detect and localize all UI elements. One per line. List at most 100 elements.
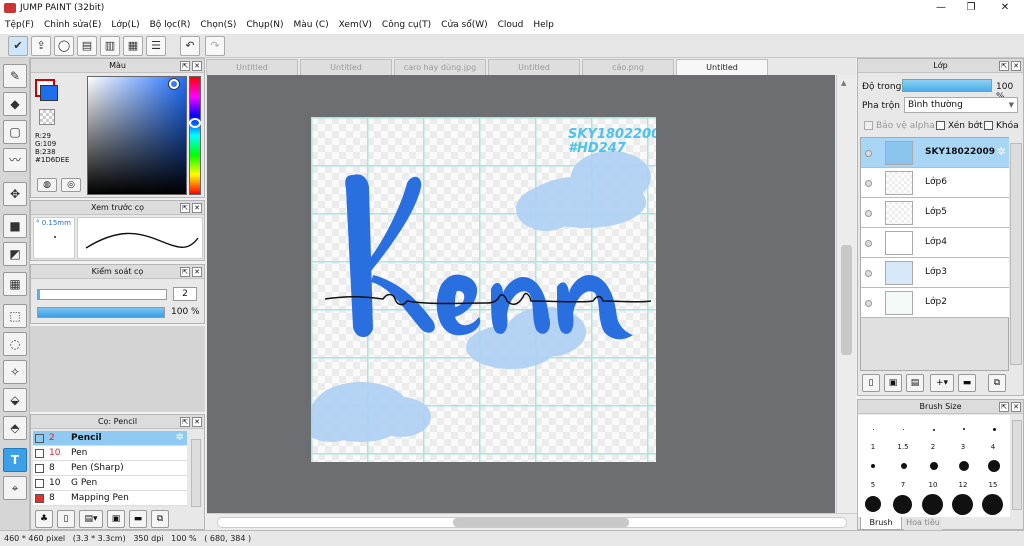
brush-size-scrollbar[interactable] <box>1012 420 1022 510</box>
sv-picker-cursor[interactable] <box>169 79 179 89</box>
hue-slider-handle[interactable] <box>189 118 201 128</box>
vertical-scrollbar[interactable]: ▲ <box>836 75 856 513</box>
menu-cloud[interactable]: Cloud <box>493 20 529 30</box>
layer-row[interactable]: Lớp3 <box>861 258 1009 288</box>
upload-icon[interactable]: ⇪ <box>31 36 51 56</box>
brush-dot-1-5[interactable] <box>903 429 904 430</box>
page-icon[interactable]: ▦ <box>123 36 143 56</box>
operation-tool-icon[interactable]: ⌖ <box>3 476 27 500</box>
menu-layer[interactable]: Lớp(L) <box>106 20 144 30</box>
brush-list-item[interactable]: 10 G Pen <box>33 476 187 491</box>
tab-untitled-1[interactable]: Untitled <box>206 59 298 75</box>
blend-mode-select[interactable]: Bình thường ▼ <box>904 97 1018 113</box>
folder-icon[interactable]: ▬ <box>129 510 147 528</box>
protect-alpha-option[interactable]: Bảo vệ alpha <box>864 121 935 131</box>
visibility-icon[interactable] <box>865 270 872 277</box>
color-picker-icon[interactable]: ◍ <box>37 178 57 192</box>
panel-close-icon[interactable]: ✕ <box>1011 402 1021 412</box>
brush-dot-3[interactable] <box>963 428 965 430</box>
move-tool-icon[interactable]: ✥ <box>3 182 27 206</box>
pen-tool-icon[interactable]: ✎ <box>3 64 27 88</box>
brush-dot-1[interactable] <box>873 429 874 430</box>
brush-list-item[interactable]: 2 Pencil ✲ <box>33 431 187 446</box>
panel-float-icon[interactable]: ⇱ <box>180 267 190 277</box>
brush-list-item[interactable]: 8 Pen (Sharp) <box>33 461 187 476</box>
menu-tools[interactable]: Công cụ(T) <box>377 20 436 30</box>
tab-cao[interactable]: cáo.png <box>582 59 674 75</box>
color-history-icon[interactable]: ◎ <box>61 178 81 192</box>
brush-dot-4[interactable] <box>993 428 996 431</box>
layer-row[interactable]: Lớp2 <box>861 288 1009 318</box>
eraser-tool-icon[interactable]: ◆ <box>3 92 27 116</box>
panel-float-icon[interactable]: ⇱ <box>999 402 1009 412</box>
layer-row[interactable]: Lớp5 <box>861 198 1009 228</box>
visibility-icon[interactable] <box>865 300 872 307</box>
list-icon[interactable]: ☰ <box>146 36 166 56</box>
redo-icon[interactable]: ↷ <box>205 36 225 56</box>
lasso-tool-icon[interactable]: ◌ <box>3 332 27 356</box>
foreground-color-swatch[interactable] <box>40 85 58 101</box>
horizontal-scrollbar[interactable] <box>207 513 857 530</box>
panel-close-icon[interactable]: ✕ <box>192 267 202 277</box>
tab-navigator[interactable]: Hoa tiêu <box>904 517 942 530</box>
layer-duplicate-icon[interactable]: ⧉ <box>988 374 1006 392</box>
horizontal-scroll-thumb[interactable] <box>453 518 629 527</box>
layer-copy-icon[interactable]: ▣ <box>884 374 902 392</box>
brush-dot-large[interactable] <box>893 495 912 514</box>
brush-dot-large[interactable] <box>982 494 1003 515</box>
tab-untitled-2[interactable]: Untitled <box>300 59 392 75</box>
fill-rect-tool-icon[interactable]: ■ <box>3 214 27 238</box>
maximize-button[interactable]: ❐ <box>956 0 986 16</box>
panel-float-icon[interactable]: ⇱ <box>180 61 190 71</box>
lock-option[interactable]: Khóa <box>984 121 1019 131</box>
layer-merge-icon[interactable]: ▤ <box>906 374 924 392</box>
layer-row[interactable]: Lớp6 <box>861 168 1009 198</box>
minimize-button[interactable]: — <box>926 0 956 16</box>
brush-list-item[interactable]: 10 Pen <box>33 446 187 461</box>
panel-close-icon[interactable]: ✕ <box>192 417 202 427</box>
visibility-icon[interactable] <box>865 150 872 157</box>
brush-menu-icon[interactable]: ▤▾ <box>79 510 103 528</box>
message-icon[interactable]: ▤ <box>77 36 97 56</box>
new-brush-icon[interactable]: ▯ <box>57 510 75 528</box>
menu-edit[interactable]: Chỉnh sửa(E) <box>39 20 106 30</box>
brush-dot-large[interactable] <box>952 494 973 515</box>
duplicate-icon[interactable]: ⧉ <box>151 510 169 528</box>
clipping-option[interactable]: Xén bớt <box>936 121 983 131</box>
vertical-scroll-thumb[interactable] <box>841 245 852 355</box>
panel-close-icon[interactable]: ✕ <box>1011 61 1021 71</box>
transparent-swatch[interactable] <box>39 109 55 125</box>
visibility-icon[interactable] <box>865 240 872 247</box>
panel-close-icon[interactable]: ✕ <box>192 61 202 71</box>
panel-float-icon[interactable]: ⇱ <box>180 417 190 427</box>
scroll-up-icon[interactable]: ▲ <box>841 79 851 87</box>
menu-capture[interactable]: Chụp(N) <box>241 20 288 30</box>
menu-help[interactable]: Help <box>528 20 559 30</box>
select-eraser-tool-icon[interactable]: ⬘ <box>3 416 27 440</box>
brush-dot-15[interactable] <box>988 460 1000 472</box>
gear-icon[interactable]: ✲ <box>997 145 1006 158</box>
brush-list-scrollbar[interactable] <box>191 439 201 507</box>
comment-icon[interactable]: ◯ <box>54 36 74 56</box>
layer-folder-icon[interactable]: ▬ <box>958 374 976 392</box>
panel-float-icon[interactable]: ⇱ <box>999 61 1009 71</box>
select-pen-tool-icon[interactable]: ⬙ <box>3 388 27 412</box>
layer-row[interactable]: Lớp4 <box>861 228 1009 258</box>
layer-row[interactable]: SKY18022009 ✲ <box>861 138 1009 168</box>
brush-copy-icon[interactable]: ▣ <box>107 510 125 528</box>
undo-icon[interactable]: ↶ <box>180 36 200 56</box>
brush-dot-10[interactable] <box>930 462 938 470</box>
layer-list-scrollbar[interactable] <box>1010 143 1022 365</box>
menu-file[interactable]: Tệp(F) <box>0 20 39 30</box>
hue-slider[interactable] <box>189 76 201 195</box>
close-button[interactable]: ✕ <box>990 0 1020 16</box>
brush-dot-2[interactable] <box>933 429 935 431</box>
new-layer-icon[interactable]: ▯ <box>862 374 880 392</box>
visibility-icon[interactable] <box>865 180 872 187</box>
drawing-canvas[interactable]: SKY18022009 #HD247 <box>311 117 656 462</box>
bucket-tool-icon[interactable]: ◩ <box>3 242 27 266</box>
tab-caro[interactable]: caro hay dùng.jpg <box>394 59 486 75</box>
brush-dot-large[interactable] <box>922 494 943 515</box>
tab-untitled-3[interactable]: Untitled <box>488 59 580 75</box>
brush-size-slider[interactable] <box>37 289 167 300</box>
